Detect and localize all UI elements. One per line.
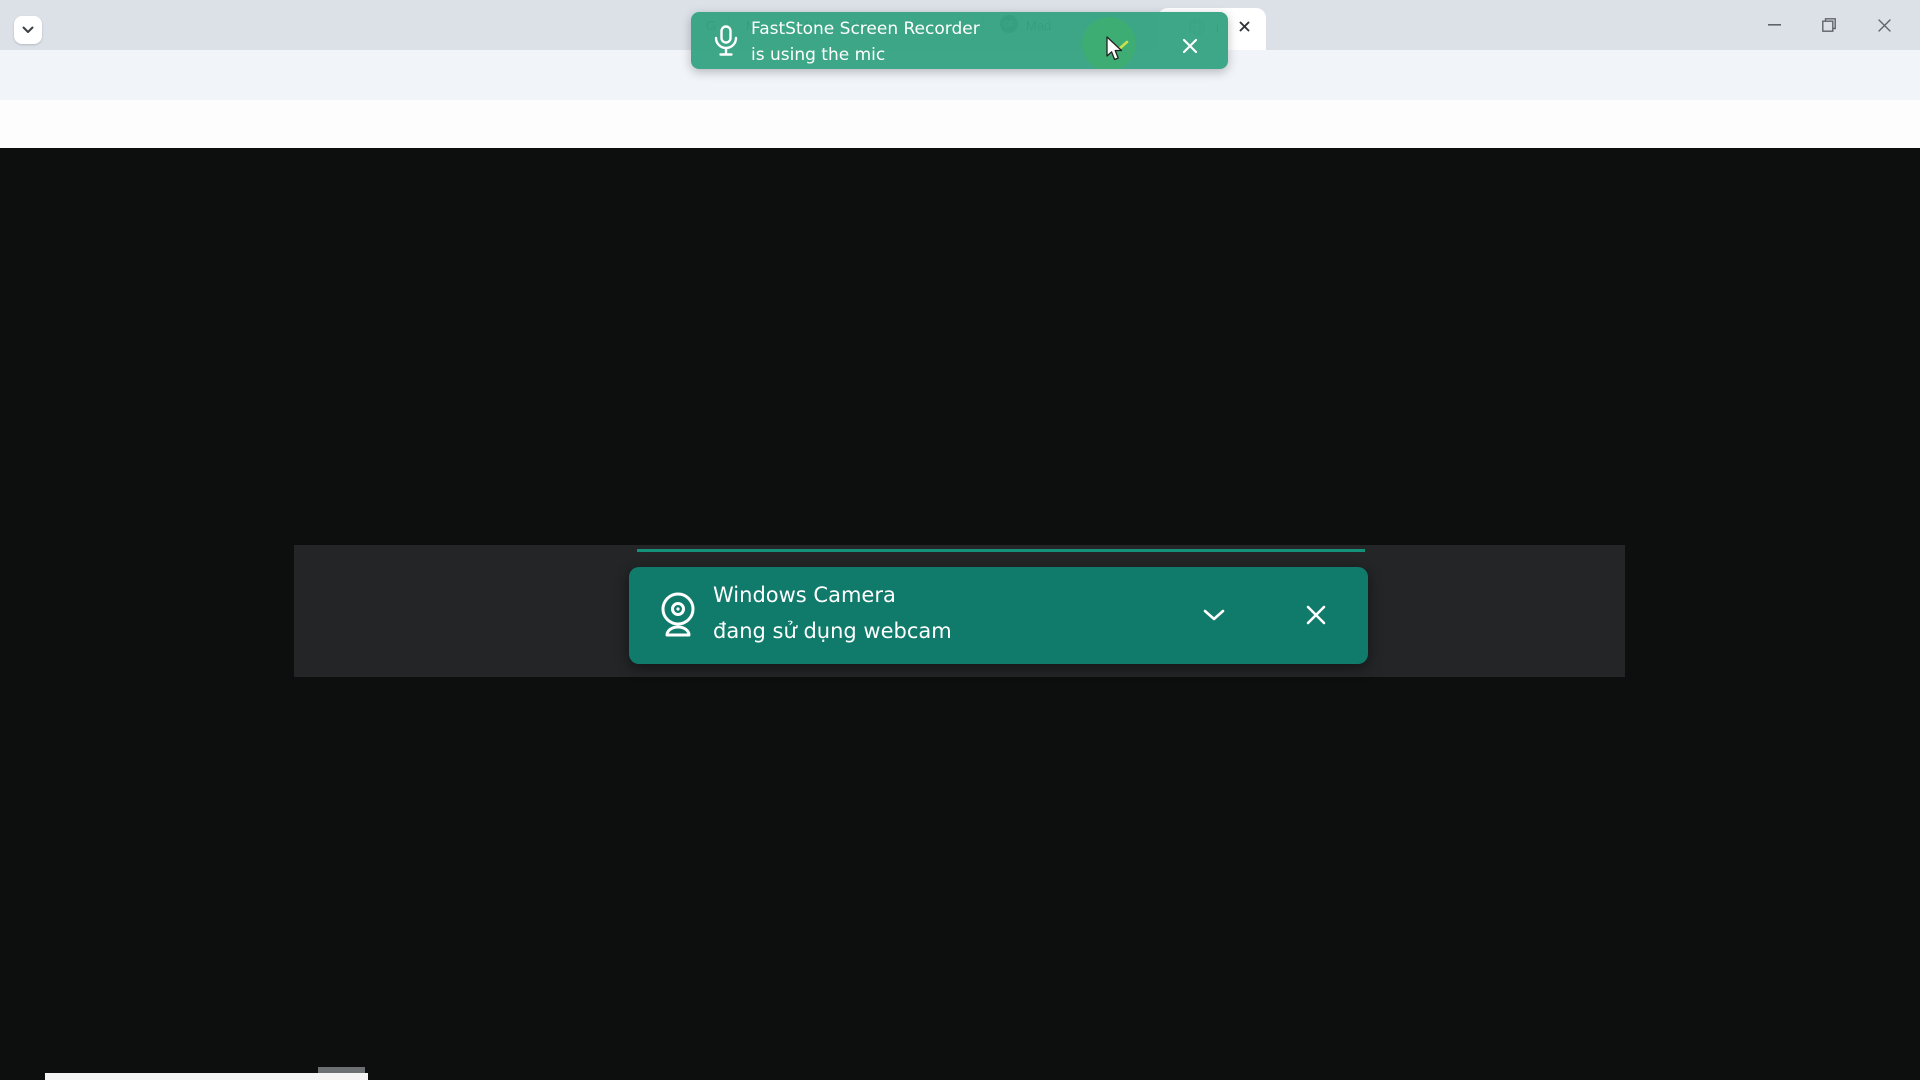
teal-progress-line bbox=[637, 549, 1365, 552]
tab-close-button[interactable] bbox=[1234, 16, 1254, 36]
close-icon bbox=[1306, 605, 1326, 625]
camera-toast-expand-button[interactable] bbox=[1195, 596, 1233, 634]
window-restore-button[interactable] bbox=[1812, 12, 1846, 38]
chevron-down-icon bbox=[1203, 609, 1225, 621]
camera-notification-toast[interactable]: Windows Camera đang sử dụng webcam bbox=[629, 567, 1368, 664]
mic-toast-title: FastStone Screen Recorder bbox=[751, 19, 980, 39]
bottom-gray-fragment bbox=[318, 1067, 365, 1073]
bottom-window-edge bbox=[45, 1073, 368, 1080]
restore-icon bbox=[1822, 18, 1836, 32]
close-icon bbox=[1878, 19, 1891, 32]
close-icon bbox=[1239, 21, 1250, 32]
mouse-cursor bbox=[1106, 36, 1126, 62]
webcam-icon bbox=[654, 589, 702, 641]
close-icon bbox=[1182, 38, 1198, 54]
microphone-icon bbox=[713, 25, 739, 57]
camera-toast-close-button[interactable] bbox=[1297, 596, 1335, 634]
mic-notification-toast[interactable]: FastStone Screen Recorder is using the m… bbox=[691, 12, 1228, 69]
window-close-button[interactable] bbox=[1867, 12, 1901, 38]
camera-toast-title: Windows Camera bbox=[713, 583, 896, 607]
tab-search-chevron-button[interactable] bbox=[14, 16, 42, 44]
bookmarks-bar: All Bookmarks bbox=[0, 100, 1920, 148]
mic-toast-subtitle: is using the mic bbox=[751, 45, 885, 65]
chevron-down-icon bbox=[22, 26, 34, 34]
camera-toast-subtitle: đang sử dụng webcam bbox=[713, 619, 952, 643]
mic-toast-close-button[interactable] bbox=[1172, 36, 1208, 56]
window-minimize-button[interactable] bbox=[1757, 12, 1791, 38]
minimize-icon bbox=[1768, 24, 1781, 26]
